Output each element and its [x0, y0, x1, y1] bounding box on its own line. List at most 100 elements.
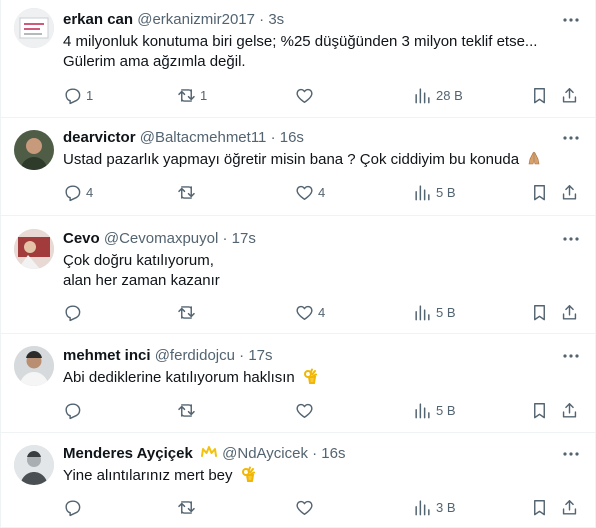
tweet[interactable]: Menderes Ayçiçek @NdAycicek · 16s Yine a… [1, 433, 595, 528]
share-button[interactable] [560, 178, 579, 206]
reply-count: 4 [86, 184, 94, 200]
retweet-button[interactable] [177, 178, 200, 206]
user-handle[interactable]: @ferdidojcu [155, 347, 235, 364]
display-name[interactable]: erkan can [63, 11, 133, 28]
user-handle[interactable]: @Cevomaxpuyol [104, 230, 218, 247]
tweet-text: Ustad pazarlık yapmayı öğretir misin ban… [63, 150, 542, 170]
avatar[interactable] [14, 445, 54, 485]
ok-hand-icon [240, 466, 256, 482]
reply-button[interactable] [63, 298, 86, 326]
more-options-icon[interactable] [561, 10, 581, 30]
tweet-header: dearvictor @Baltacmehmet11 · 16s [63, 128, 304, 148]
like-button[interactable] [295, 396, 318, 424]
display-name[interactable]: Menderes Ayçiçek [63, 445, 193, 462]
avatar[interactable] [14, 346, 54, 386]
timestamp[interactable]: 17s [248, 347, 272, 364]
bookmark-button[interactable] [530, 81, 549, 109]
views-button[interactable]: 3 B [413, 493, 456, 521]
tweet-text-line: Ustad pazarlık yapmayı öğretir misin ban… [63, 151, 520, 168]
tweet-header: erkan can @erkanizmir2017 · 3s [63, 10, 284, 30]
reply-icon [65, 87, 81, 104]
reply-icon [65, 402, 81, 419]
tweet-actions: 4 5 B [53, 298, 585, 326]
reply-button[interactable]: 4 [63, 178, 93, 206]
retweet-count: 1 [200, 87, 208, 103]
bookmark-button[interactable] [530, 493, 549, 521]
reply-button[interactable] [63, 493, 86, 521]
tweet-text: Yine alıntılarınız mert bey [63, 466, 256, 486]
views-button[interactable]: 5 B [413, 396, 456, 424]
views-button[interactable]: 28 B [413, 81, 463, 109]
tweet[interactable]: erkan can @erkanizmir2017 · 3s 4 milyonl… [1, 0, 595, 118]
like-button[interactable]: 4 [295, 178, 325, 206]
user-handle[interactable]: @Baltacmehmet11 [140, 129, 267, 146]
share-button[interactable] [560, 493, 579, 521]
more-options-icon[interactable] [561, 444, 581, 464]
folded-hands-icon [526, 150, 542, 166]
retweet-icon [178, 185, 195, 199]
user-handle[interactable]: @erkanizmir2017 [137, 11, 255, 28]
share-button[interactable] [560, 298, 579, 326]
user-handle[interactable]: @NdAycicek [222, 445, 308, 462]
analytics-icon [415, 87, 430, 103]
share-icon [562, 402, 577, 418]
display-name[interactable]: dearvictor [63, 129, 136, 146]
reply-button[interactable] [63, 396, 86, 424]
retweet-button[interactable] [177, 493, 200, 521]
tweet-text-line: Abi dediklerine katılıyorum haklısın [63, 369, 295, 386]
tweet-actions: 3 B [53, 493, 585, 521]
tweet[interactable]: dearvictor @Baltacmehmet11 · 16s Ustad p… [1, 118, 595, 216]
heart-icon [296, 403, 313, 418]
bookmark-button[interactable] [530, 396, 549, 424]
tweet[interactable]: mehmet inci @ferdidojcu · 17s Abi dedikl… [1, 334, 595, 433]
share-button[interactable] [560, 396, 579, 424]
more-options-icon[interactable] [561, 128, 581, 148]
like-button[interactable]: 4 [295, 298, 325, 326]
tweet-text: 4 milyonluk konutuma biri gelse; %25 düş… [63, 32, 537, 72]
retweet-icon [178, 305, 195, 319]
timestamp[interactable]: 17s [232, 230, 256, 247]
bookmark-button[interactable] [530, 178, 549, 206]
bookmark-icon [534, 402, 545, 418]
view-count: 3 B [436, 499, 456, 515]
separator: · [312, 445, 318, 462]
view-count: 5 B [436, 184, 456, 200]
tweet[interactable]: Cevo @Cevomaxpuyol · 17s Çok doğru katıl… [1, 216, 595, 334]
tweet-text: Çok doğru katılıyorum, alan her zaman ka… [63, 251, 220, 291]
retweet-button[interactable] [177, 298, 200, 326]
reply-icon [65, 304, 81, 321]
share-button[interactable] [560, 81, 579, 109]
bookmark-icon [534, 184, 545, 200]
retweet-button[interactable]: 1 [177, 81, 207, 109]
reply-button[interactable]: 1 [63, 81, 93, 109]
tweet-actions: 5 B [53, 396, 585, 424]
avatar[interactable] [14, 8, 54, 48]
tweet-text-line: 4 milyonluk konutuma biri gelse; %25 düş… [63, 33, 538, 50]
timestamp[interactable]: 3s [268, 11, 284, 28]
tweet-text-line: Çok doğru katılıyorum, [63, 252, 214, 269]
bookmark-button[interactable] [530, 298, 549, 326]
views-button[interactable]: 5 B [413, 178, 456, 206]
timestamp[interactable]: 16s [321, 445, 345, 462]
separator: · [222, 230, 228, 247]
more-options-icon[interactable] [561, 229, 581, 249]
display-name[interactable]: Cevo [63, 230, 100, 247]
views-button[interactable]: 5 B [413, 298, 456, 326]
crown-icon [200, 444, 218, 460]
like-button[interactable] [295, 493, 318, 521]
heart-icon [296, 88, 313, 103]
tweet-header: mehmet inci @ferdidojcu · 17s [63, 346, 273, 366]
more-options-icon[interactable] [561, 346, 581, 366]
tweet-text: Abi dediklerine katılıyorum haklısın [63, 368, 318, 388]
analytics-icon [415, 499, 430, 515]
like-count: 4 [318, 304, 326, 320]
tweet-header: Cevo @Cevomaxpuyol · 17s [63, 229, 256, 249]
avatar[interactable] [14, 229, 54, 269]
display-name[interactable]: mehmet inci [63, 347, 151, 364]
avatar[interactable] [14, 130, 54, 170]
like-button[interactable] [295, 81, 318, 109]
ok-hand-icon [302, 368, 318, 384]
timestamp[interactable]: 16s [280, 129, 304, 146]
heart-icon [296, 185, 313, 200]
retweet-button[interactable] [177, 396, 200, 424]
